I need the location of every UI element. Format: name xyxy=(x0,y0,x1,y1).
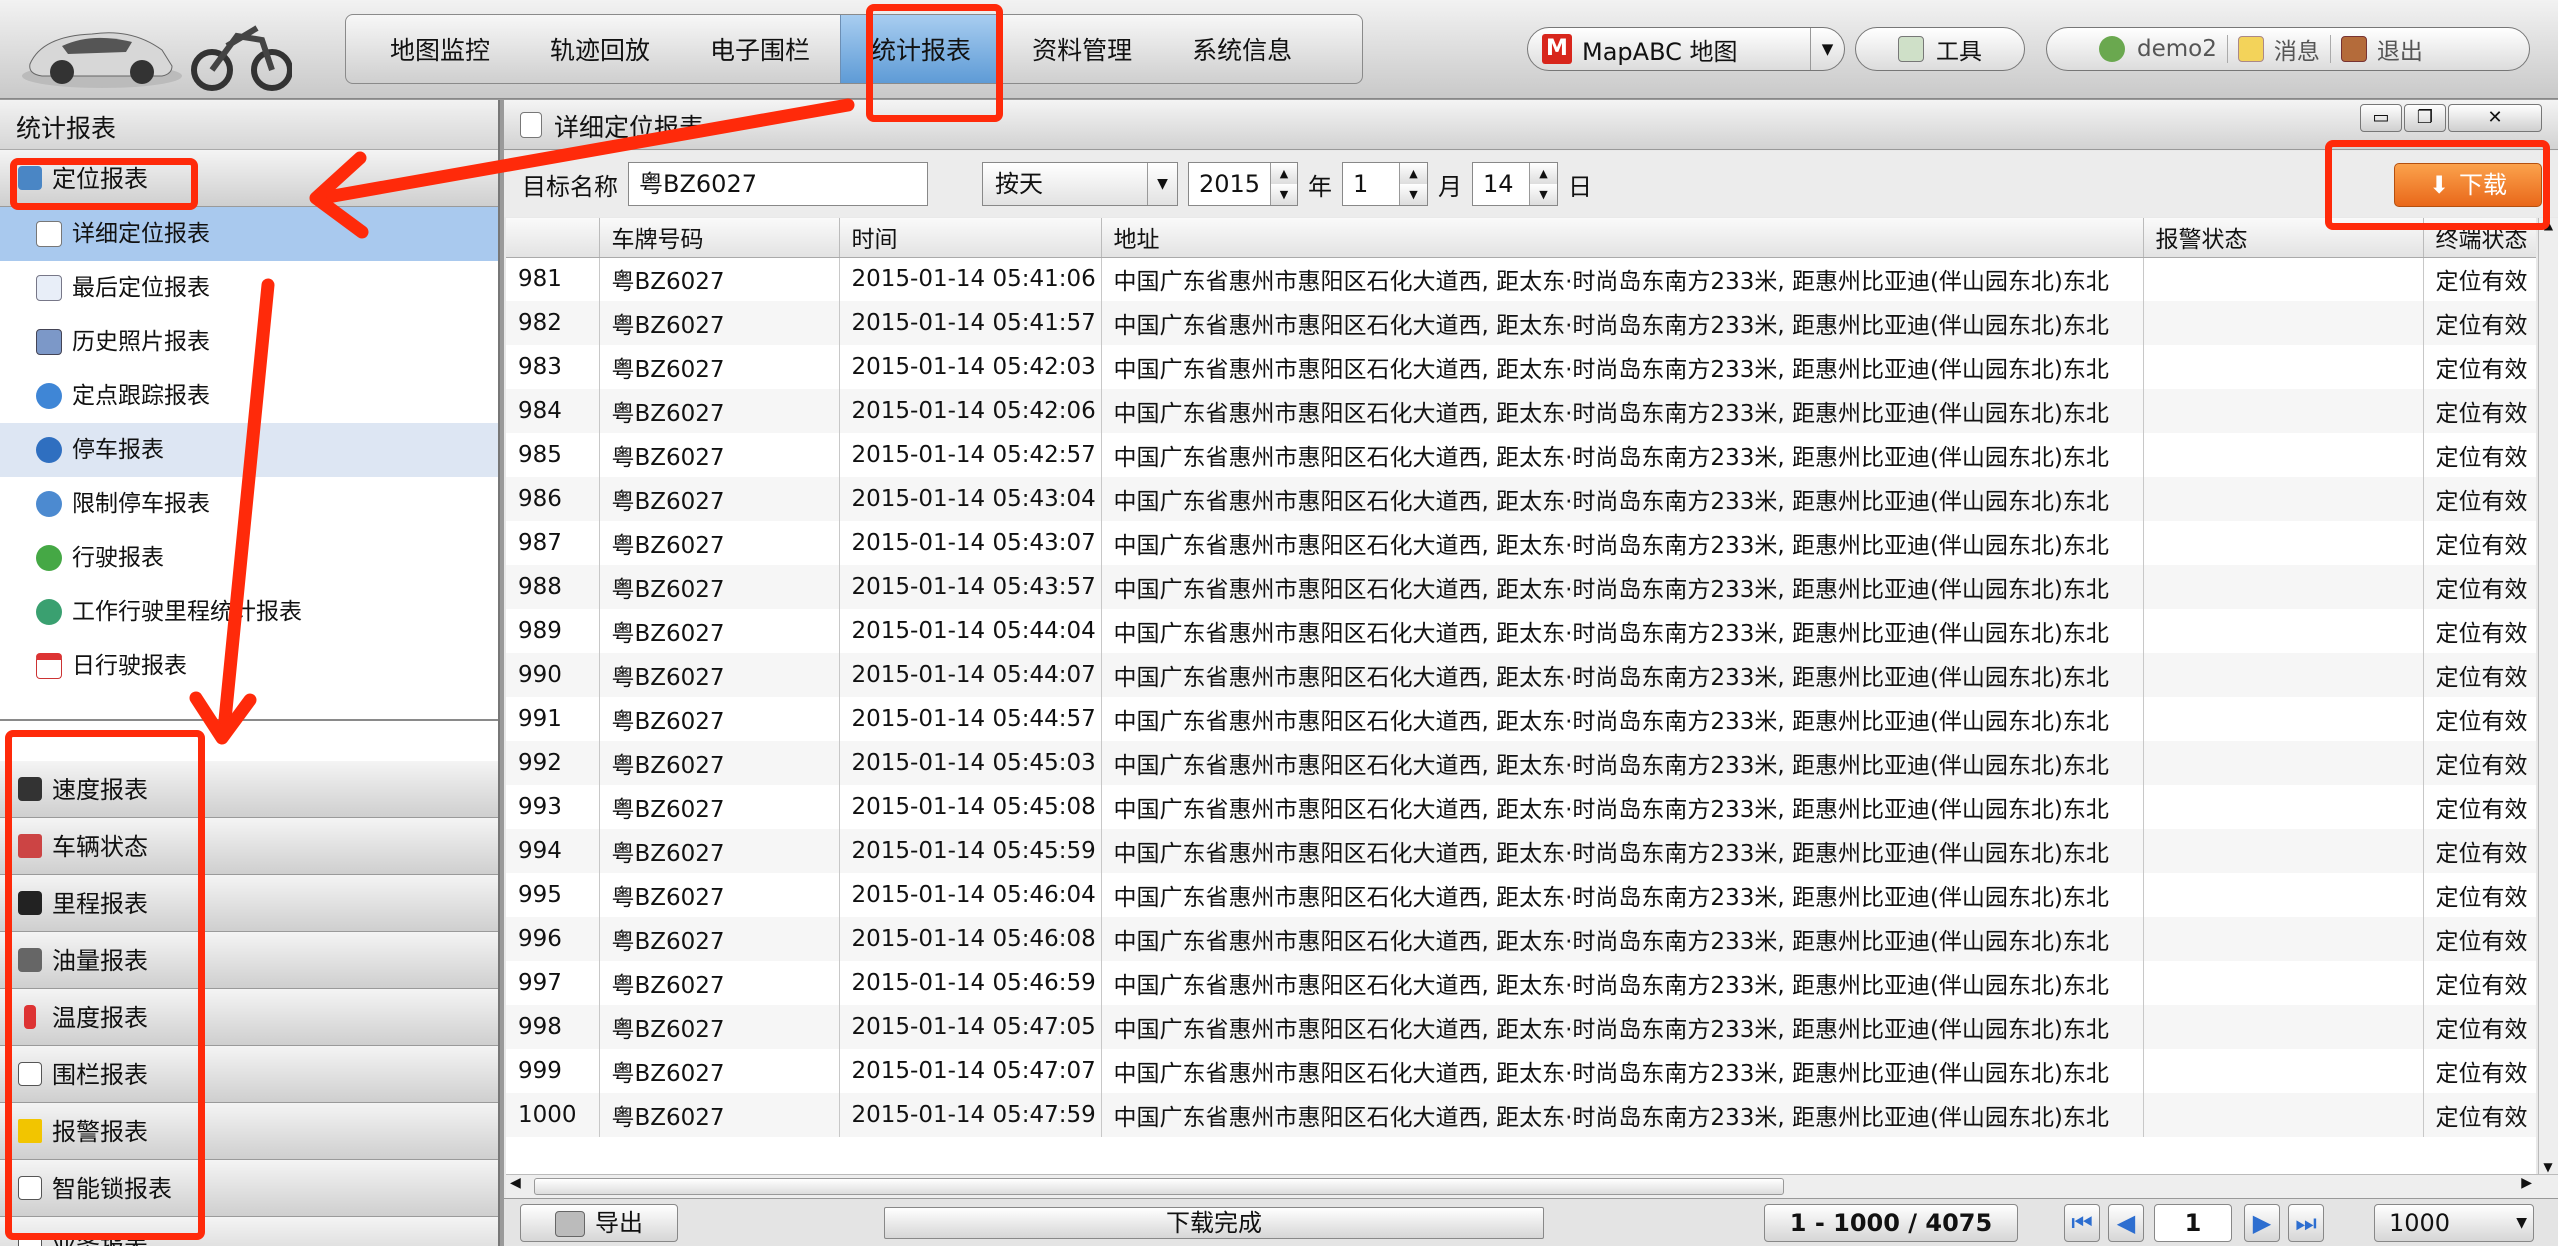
annotation-arrow-horizontal xyxy=(315,98,855,205)
annotation-arrows xyxy=(189,98,855,745)
annotation-arrow-vertical xyxy=(217,278,275,737)
